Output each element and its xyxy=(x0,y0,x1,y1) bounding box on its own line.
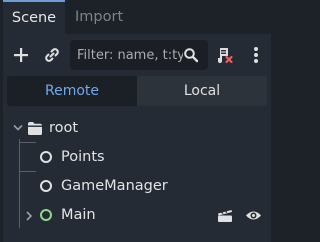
remote-local-toggle: Remote Local xyxy=(7,76,267,106)
dock-tab-bar: Scene Import xyxy=(0,0,274,34)
node-circle-icon xyxy=(40,209,52,221)
vertical-ellipsis-icon xyxy=(254,47,258,63)
plus-icon xyxy=(14,48,28,62)
tree-item-label: root xyxy=(49,120,79,136)
filter-nodes-field[interactable] xyxy=(70,40,208,70)
scene-tree: root Points GameManager Main xyxy=(3,114,271,242)
tree-item-points[interactable]: Points xyxy=(3,143,271,172)
clapperboard-icon[interactable] xyxy=(217,208,233,223)
scene-panel: Remote Local root Points xyxy=(3,34,271,242)
tree-item-gamemanager[interactable]: GameManager xyxy=(3,172,271,201)
scene-toolbar xyxy=(3,34,271,76)
local-button[interactable]: Local xyxy=(137,76,267,106)
instance-scene-button[interactable] xyxy=(40,43,64,67)
add-node-button[interactable] xyxy=(9,43,33,67)
script-remove-icon xyxy=(218,48,233,64)
filter-input[interactable] xyxy=(77,40,183,70)
tree-item-root[interactable]: root xyxy=(3,114,271,143)
node-folder-icon xyxy=(28,122,42,135)
tree-item-main[interactable]: Main xyxy=(3,201,271,230)
detach-script-button[interactable] xyxy=(213,43,237,67)
tab-scene[interactable]: Scene xyxy=(3,0,65,34)
tab-import[interactable]: Import xyxy=(75,0,123,34)
tree-item-label: Points xyxy=(61,149,105,165)
node-circle-icon xyxy=(40,151,52,163)
chevron-down-icon[interactable] xyxy=(13,124,23,132)
node-circle-icon xyxy=(40,180,52,192)
scene-dock: Scene Import Filter: name, t:type, g:gro… xyxy=(0,0,274,242)
more-options-button[interactable] xyxy=(246,43,266,67)
eye-icon[interactable] xyxy=(245,209,262,222)
tree-item-label: GameManager xyxy=(61,178,168,194)
link-icon xyxy=(45,48,59,62)
remote-button[interactable]: Remote xyxy=(7,76,137,106)
search-icon xyxy=(184,48,199,63)
chevron-right-icon[interactable] xyxy=(25,211,33,221)
tree-item-label: Main xyxy=(61,207,96,223)
